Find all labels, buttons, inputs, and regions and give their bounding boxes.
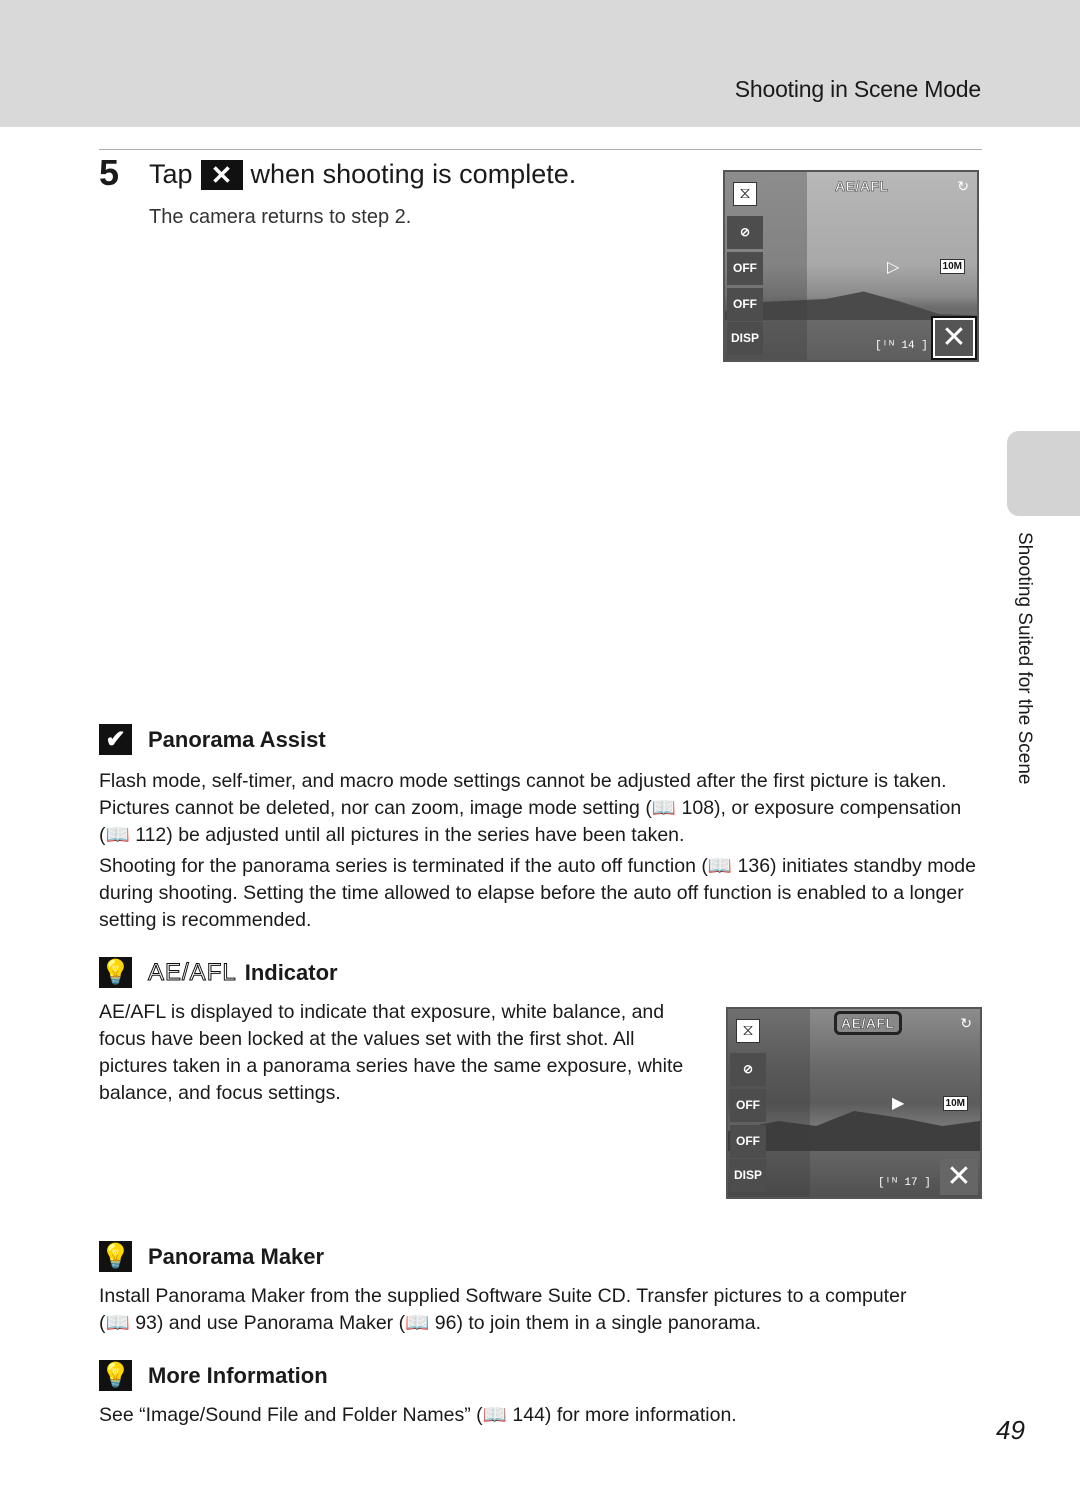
- ae-afl-indicator-highlighted: AE/AFL: [834, 1011, 902, 1035]
- disp-button: DISP: [727, 322, 763, 355]
- step-title-after: when shooting is complete.: [250, 159, 577, 189]
- close-icon: ✕: [940, 1159, 978, 1195]
- tip-lightbulb-icon: 💡: [99, 1360, 132, 1391]
- divider: [99, 149, 982, 150]
- rotate-icon: ↻: [960, 1015, 972, 1031]
- tip-lightbulb-icon: 💡: [99, 1241, 132, 1272]
- direction-arrow-icon: ▶: [892, 1095, 905, 1112]
- panorama-assist-paragraph-2: Shooting for the panorama series is term…: [99, 855, 976, 931]
- ae-indicator-heading: 💡 AE/AFL Indicator: [99, 957, 338, 988]
- ae-afl-glyph: AE/AFL: [148, 958, 237, 986]
- more-information-heading: 💡 More Information: [99, 1360, 328, 1391]
- frames-remaining: [ᴵᴺ 17 ]: [878, 1177, 931, 1189]
- more-information-paragraph: See “Image/Sound File and Folder Names” …: [99, 1404, 737, 1426]
- direction-arrow-icon: ▷: [887, 259, 900, 276]
- image-size-badge: 10M: [939, 259, 965, 274]
- step-number: 5: [99, 152, 120, 193]
- image-size-badge: 10M: [942, 1096, 968, 1111]
- flash-off-icon: ⊘: [730, 1053, 766, 1086]
- checkmark-icon: ✔: [99, 724, 132, 755]
- chapter-tab: [1007, 431, 1080, 516]
- frames-remaining: [ᴵᴺ 14 ]: [875, 340, 928, 352]
- macro-off-icon: OFF: [730, 1125, 766, 1158]
- ae-indicator-title: Indicator: [244, 959, 338, 985]
- header-band: Shooting in Scene Mode: [0, 0, 1080, 127]
- panorama-assist-paragraph-1: Flash mode, self-timer, and macro mode s…: [99, 770, 962, 846]
- macro-off-icon: OFF: [727, 288, 763, 321]
- panorama-assist-heading: ✔ Panorama Assist: [99, 724, 326, 755]
- panorama-maker-title: Panorama Maker: [148, 1243, 325, 1269]
- camera-screen-illustration-2: ⧖ ⊘ OFF OFF DISP AE/AFL ↻ ▶ 10M [ᴵᴺ 17 ]…: [726, 1007, 982, 1199]
- self-timer-off-icon: OFF: [727, 252, 763, 285]
- self-timer-off-icon: OFF: [730, 1089, 766, 1122]
- rotate-icon: ↻: [957, 178, 969, 194]
- chapter-label: Shooting Suited for the Scene: [1014, 532, 1035, 785]
- step-subtitle: The camera returns to step 2.: [149, 206, 412, 228]
- ae-indicator-paragraph: AE/AFL is displayed to indicate that exp…: [99, 1001, 684, 1104]
- close-icon: ✕: [200, 159, 243, 190]
- panorama-maker-heading: 💡 Panorama Maker: [99, 1241, 324, 1272]
- page-number: 49: [996, 1415, 1025, 1445]
- tip-lightbulb-icon: 💡: [99, 957, 132, 988]
- more-information-title: More Information: [148, 1362, 328, 1388]
- disp-button: DISP: [730, 1159, 766, 1192]
- step-title-before: Tap: [149, 159, 193, 189]
- section-title: Shooting in Scene Mode: [734, 76, 981, 102]
- close-icon: ✕: [933, 318, 975, 358]
- panorama-maker-paragraph: Install Panorama Maker from the supplied…: [99, 1285, 907, 1334]
- flash-off-icon: ⊘: [727, 216, 763, 249]
- camera-screen-illustration: ⧖ ⊘ OFF OFF DISP AE/AFL ↻ ▷ 10M [ᴵᴺ 14 ]…: [723, 170, 979, 362]
- ae-afl-indicator: AE/AFL: [835, 178, 889, 195]
- panorama-assist-title: Panorama Assist: [148, 726, 326, 752]
- panorama-icon: ⧖: [736, 1019, 760, 1043]
- panorama-icon: ⧖: [733, 182, 757, 206]
- step-title: Tap ✕ when shooting is complete.: [149, 159, 576, 190]
